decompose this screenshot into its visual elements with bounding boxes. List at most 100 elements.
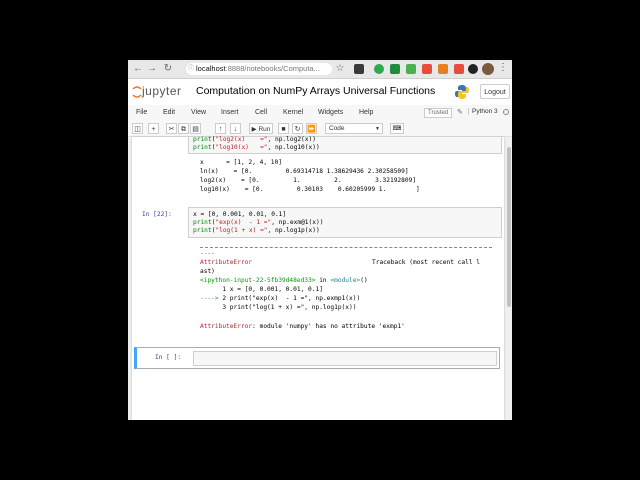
run-label: Run — [258, 126, 271, 133]
kernel-name[interactable]: Python 3 — [468, 108, 498, 115]
logout-button[interactable]: Logout — [480, 84, 510, 99]
address-domain: localhost — [196, 64, 226, 73]
browser-toolbar: ← → ↻ ⓘ localhost:8888/notebooks/Computa… — [128, 60, 512, 79]
active-cell[interactable]: In [ ]: — [134, 347, 500, 369]
menu-insert[interactable]: Insert — [221, 109, 239, 116]
traceback-arrow: ----> — [200, 295, 223, 302]
move-up-icon[interactable]: ↑ — [215, 123, 226, 134]
menu-kernel[interactable]: Kernel — [283, 109, 303, 116]
notebook-menubar: File Edit View Insert Cell Kernel Widget… — [128, 105, 512, 123]
code-input-partial[interactable]: print("log2(x) =", np.log2(x)) print("lo… — [188, 136, 502, 154]
grammarly-icon[interactable] — [374, 64, 384, 74]
restart-run-all-icon[interactable]: ⏩ — [306, 123, 317, 134]
command-palette-icon[interactable]: ⌨ — [390, 123, 404, 134]
output-line: log10(x) = [0. 0.30103 0.60205999 1. ] — [200, 186, 420, 193]
restart-icon[interactable]: ↻ — [292, 123, 303, 134]
jupyter-header: jupyter Computation on NumPy Arrays Univ… — [128, 79, 512, 105]
cell-type-select[interactable]: Code ▼ — [325, 123, 383, 134]
traceback-dashes: ---- — [200, 250, 215, 257]
code-fn: print — [193, 219, 212, 226]
extension-dark-icon[interactable] — [468, 64, 478, 74]
browser-menu-icon[interactable]: ⋮ — [498, 62, 508, 73]
menu-cell[interactable]: Cell — [255, 109, 267, 116]
code-fn: print — [193, 227, 212, 234]
code-line: print("log10(x) =", np.log10(x)) — [193, 144, 320, 151]
code-input-cell-22[interactable]: x = [0, 0.001, 0.01, 0.1] print("exp(x) … — [188, 207, 502, 238]
code-rest: , np.log2(x)) — [267, 136, 316, 143]
code-line: print("log2(x) =", np.log2(x)) — [193, 136, 316, 143]
address-bar[interactable]: ⓘ localhost:8888/notebooks/Computa... — [186, 63, 332, 75]
trusted-indicator[interactable]: Trusted — [424, 108, 453, 118]
code-line: print("log(1 + x) =", np.log1p(x)) — [193, 227, 320, 234]
code-string: "log2(x) =" — [215, 136, 268, 143]
paste-icon[interactable]: ▤ — [190, 123, 201, 134]
forward-icon[interactable]: → — [146, 63, 158, 75]
browser-window: ← → ↻ ⓘ localhost:8888/notebooks/Computa… — [128, 60, 512, 420]
avatar[interactable] — [482, 63, 494, 75]
back-icon[interactable]: ← — [132, 63, 144, 75]
extension-orange-icon[interactable] — [438, 64, 448, 74]
output-line: ln(x) = [0. 0.69314718 1.38629436 2.3025… — [200, 168, 409, 175]
traceback-line: 1 x = [0, 0.001, 0.01, 0.1] — [200, 286, 323, 293]
traceback-location: <ipython-input-22-5fb39d48ed33> in <modu… — [200, 277, 368, 285]
code-fn: print — [193, 136, 212, 143]
extension-icon[interactable] — [354, 64, 364, 74]
run-button[interactable]: ▶ Run — [249, 123, 273, 134]
kernel-status-icon — [503, 109, 509, 115]
module-parens: () — [360, 277, 368, 284]
scrollbar-thumb[interactable] — [507, 147, 511, 307]
stop-icon[interactable]: ■ — [278, 123, 289, 134]
address-path: :8888/notebooks/Computa... — [225, 64, 320, 73]
error-name: AttributeError — [200, 323, 253, 330]
traceback-line: 3 print("log(1 + x) =", np.log1p(x)) — [200, 304, 357, 311]
code-input-empty[interactable] — [193, 351, 497, 366]
notebook-title[interactable]: Computation on NumPy Arrays Universal Fu… — [196, 85, 435, 97]
code-string: "exp(x) - 1 =" — [215, 219, 272, 226]
scrollbar[interactable] — [506, 137, 512, 420]
cell-prompt: In [22]: — [142, 211, 172, 218]
code-line: print("exp(x) - 1 =", np.exm@1(x)) — [193, 219, 324, 226]
traceback-header-wrap: ast) — [200, 268, 215, 275]
notebook-toolbar: ◫ + ✂ ⧉ ▤ ↑ ↓ ▶ Run ■ ↻ ⏩ Code ▼ ⌨ — [128, 122, 512, 137]
notebook-area: print("log2(x) =", np.log2(x)) print("lo… — [128, 136, 512, 420]
output-line: log2(x) = [0. 1. 2. 3.32192809] — [200, 177, 417, 184]
bookmark-star-icon[interactable]: ☆ — [334, 63, 346, 75]
menu-help[interactable]: Help — [359, 109, 373, 116]
code-rest: , np.exm@1(x)) — [271, 219, 324, 226]
copy-icon[interactable]: ⧉ — [178, 123, 189, 134]
menu-view[interactable]: View — [191, 109, 206, 116]
insert-cell-icon[interactable]: + — [148, 123, 159, 134]
info-icon[interactable]: ⓘ — [188, 63, 194, 75]
menu-file[interactable]: File — [136, 109, 147, 116]
traceback-line-text: 2 print("exp(x) - 1 =", np.exmp1(x)) — [222, 295, 361, 302]
error-name: AttributeError — [200, 259, 253, 266]
move-down-icon[interactable]: ↓ — [230, 123, 241, 134]
code-fn: print — [193, 144, 212, 151]
save-icon[interactable]: ◫ — [132, 123, 143, 134]
traceback-header: Traceback (most recent call l — [372, 259, 481, 266]
chevron-down-icon: ▼ — [375, 126, 380, 132]
jupyter-logo-icon[interactable] — [132, 85, 142, 99]
menu-widgets[interactable]: Widgets — [318, 109, 343, 116]
cut-icon[interactable]: ✂ — [166, 123, 177, 134]
extension-shield-icon[interactable] — [454, 64, 464, 74]
extension-green-icon[interactable] — [406, 64, 416, 74]
jupyter-logo-text[interactable]: jupyter — [142, 84, 182, 98]
error-message: : module 'numpy' has no attribute 'exmp1… — [252, 323, 405, 330]
python-logo-icon — [455, 85, 469, 99]
edit-mode-pencil-icon: ✎ — [457, 109, 463, 116]
code-string: "log10(x) =" — [215, 144, 268, 151]
code-string: "log(1 + x) =" — [215, 227, 268, 234]
traceback-line: ----> 2 print("exp(x) - 1 =", np.exmp1(x… — [200, 295, 360, 303]
cell-prompt: In [ ]: — [155, 354, 182, 361]
code-rest: , np.log10(x)) — [267, 144, 320, 151]
error-message-line: AttributeError: module 'numpy' has no at… — [200, 323, 405, 331]
module-word: <module> — [330, 277, 361, 284]
ipython-input-ref: <ipython-input-22-5fb39d48ed33> — [200, 277, 316, 284]
reload-icon[interactable]: ↻ — [162, 63, 174, 75]
code-line: x = [0, 0.001, 0.01, 0.1] — [193, 211, 287, 218]
menu-edit[interactable]: Edit — [163, 109, 175, 116]
cell-type-value: Code — [329, 125, 345, 132]
extension-red-icon[interactable] — [422, 64, 432, 74]
sheets-extension-icon[interactable] — [390, 64, 400, 74]
